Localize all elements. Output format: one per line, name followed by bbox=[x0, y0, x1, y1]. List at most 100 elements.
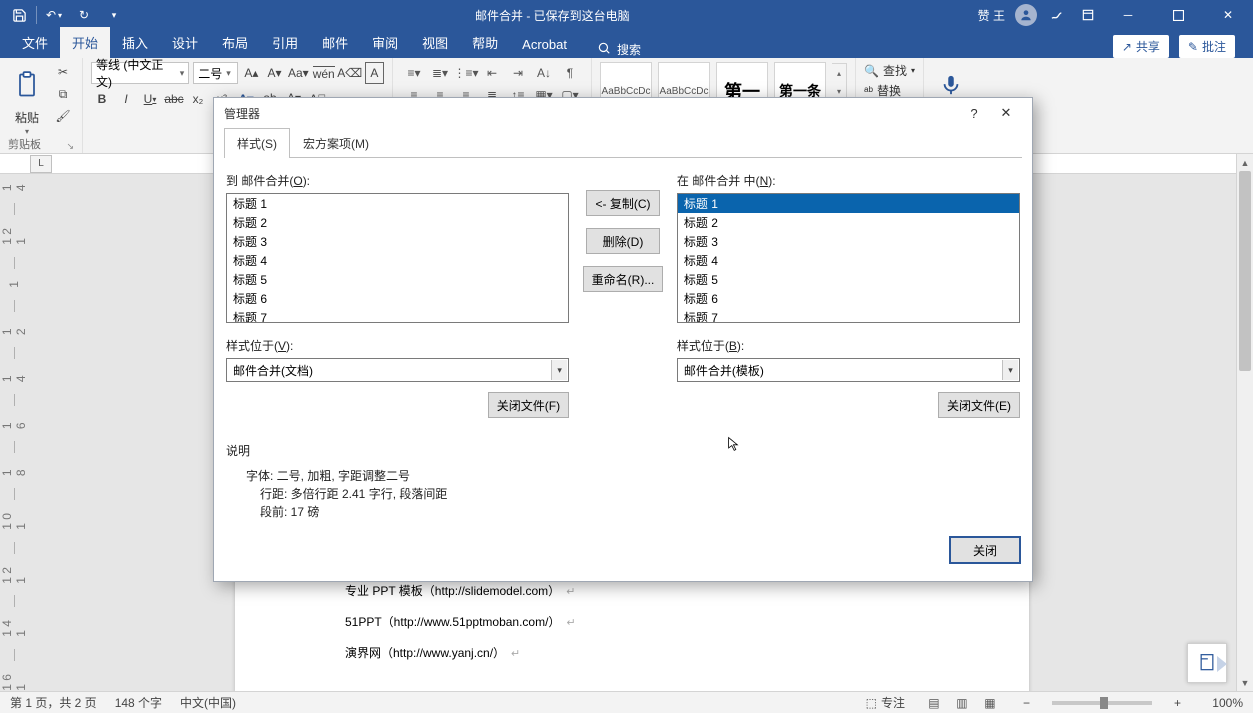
font-name-combo[interactable]: 等线 (中文正文)▾ bbox=[91, 62, 189, 84]
change-case-icon[interactable]: Aa▾ bbox=[288, 62, 309, 84]
sort-icon[interactable]: A↓ bbox=[531, 62, 557, 84]
list-item[interactable]: 标题 5 bbox=[227, 270, 568, 289]
styles-up-icon[interactable]: ▴ bbox=[832, 64, 846, 82]
user-avatar-icon[interactable] bbox=[1015, 4, 1037, 26]
focus-mode-button[interactable]: ⬚专注 bbox=[866, 694, 905, 711]
list-item[interactable]: 标题 2 bbox=[227, 213, 568, 232]
list-item[interactable]: 标题 2 bbox=[678, 213, 1019, 232]
chevron-down-icon[interactable]: ▾ bbox=[25, 127, 29, 136]
loc-left-combo[interactable]: 邮件合并(文档)▾ bbox=[226, 358, 569, 382]
delete-button[interactable]: 删除(D) bbox=[586, 228, 660, 254]
redo-icon[interactable]: ↻ bbox=[71, 2, 97, 28]
phonetic-icon[interactable]: wén bbox=[313, 62, 335, 84]
accessibility-float-icon[interactable] bbox=[1187, 643, 1227, 683]
increase-indent-icon[interactable]: ⇥ bbox=[505, 62, 531, 84]
qat-dropdown-icon[interactable]: ▾ bbox=[101, 2, 127, 28]
format-painter-icon[interactable]: 🖌 bbox=[52, 106, 74, 126]
print-layout-icon[interactable]: ▥ bbox=[951, 694, 973, 712]
rename-button[interactable]: 重命名(R)... bbox=[583, 266, 664, 292]
list-item[interactable]: 标题 7 bbox=[227, 308, 568, 323]
underline-button[interactable]: U ▾ bbox=[139, 88, 161, 110]
bold-button[interactable]: B bbox=[91, 88, 113, 110]
tab-file[interactable]: 文件 bbox=[10, 27, 60, 58]
zoom-level[interactable]: 100% bbox=[1203, 696, 1243, 710]
user-name[interactable]: 赞 王 bbox=[972, 7, 1011, 24]
list-item[interactable]: 标题 3 bbox=[227, 232, 568, 251]
list-item[interactable]: 标题 5 bbox=[678, 270, 1019, 289]
close-file-right-button[interactable]: 关闭文件(E) bbox=[938, 392, 1020, 418]
tab-acrobat[interactable]: Acrobat bbox=[510, 31, 579, 58]
copy-button[interactable]: <- 复制(C) bbox=[586, 190, 660, 216]
tab-help[interactable]: 帮助 bbox=[460, 27, 510, 58]
italic-button[interactable]: I bbox=[115, 88, 137, 110]
tab-mailings[interactable]: 邮件 bbox=[310, 27, 360, 58]
tab-design[interactable]: 设计 bbox=[160, 27, 210, 58]
tab-references[interactable]: 引用 bbox=[260, 27, 310, 58]
grow-font-icon[interactable]: A▴ bbox=[242, 62, 261, 84]
char-border-icon[interactable]: A bbox=[365, 62, 384, 84]
ruler-corner[interactable]: L bbox=[30, 155, 52, 173]
list-item[interactable]: 标题 7 bbox=[678, 308, 1019, 323]
dialog-tab-macros[interactable]: 宏方案项(M) bbox=[290, 128, 382, 157]
subscript-button[interactable]: x₂ bbox=[187, 88, 209, 110]
paste-label[interactable]: 粘贴 bbox=[15, 109, 39, 126]
tab-review[interactable]: 审阅 bbox=[360, 27, 410, 58]
vertical-scrollbar[interactable]: ▲ ▼ bbox=[1236, 154, 1253, 691]
comments-button[interactable]: ✎批注 bbox=[1179, 35, 1235, 58]
loc-right-combo[interactable]: 邮件合并(模板)▾ bbox=[677, 358, 1020, 382]
copy-icon[interactable]: ⧉ bbox=[52, 84, 74, 104]
tab-layout[interactable]: 布局 bbox=[210, 27, 260, 58]
clipboard-launcher-icon[interactable]: ↘ bbox=[66, 141, 74, 152]
dialog-close-main-button[interactable]: 关闭 bbox=[950, 537, 1020, 563]
list-item[interactable]: 标题 6 bbox=[678, 289, 1019, 308]
scroll-down-icon[interactable]: ▼ bbox=[1237, 674, 1253, 691]
status-language[interactable]: 中文(中国) bbox=[180, 694, 236, 711]
in-listbox[interactable]: 标题 1 标题 2 标题 3 标题 4 标题 5 标题 6 标题 7 标题 8 bbox=[677, 193, 1020, 323]
list-item[interactable]: 标题 1 bbox=[227, 194, 568, 213]
close-button[interactable]: ✕ bbox=[1205, 0, 1251, 30]
list-item[interactable]: 标题 1 bbox=[678, 194, 1019, 213]
dialog-close-button[interactable]: ✕ bbox=[990, 101, 1022, 125]
status-page[interactable]: 第 1 页，共 2 页 bbox=[10, 694, 97, 711]
minimize-button[interactable]: ─ bbox=[1105, 0, 1151, 30]
draw-icon[interactable] bbox=[1045, 2, 1071, 28]
tab-home[interactable]: 开始 bbox=[60, 27, 110, 58]
web-layout-icon[interactable]: ▦ bbox=[979, 694, 1001, 712]
search-box[interactable]: 搜索 bbox=[597, 41, 641, 58]
maximize-button[interactable] bbox=[1155, 0, 1201, 30]
find-button[interactable]: 🔍查找▾ bbox=[864, 62, 915, 79]
strike-button[interactable]: abc bbox=[163, 88, 185, 110]
tab-view[interactable]: 视图 bbox=[410, 27, 460, 58]
save-icon[interactable] bbox=[6, 2, 32, 28]
list-item[interactable]: 标题 6 bbox=[227, 289, 568, 308]
dialog-tab-styles[interactable]: 样式(S) bbox=[224, 128, 290, 157]
dialog-help-button[interactable]: ? bbox=[958, 101, 990, 125]
decrease-indent-icon[interactable]: ⇤ bbox=[479, 62, 505, 84]
share-button[interactable]: ↗共享 bbox=[1113, 35, 1169, 58]
zoom-out-icon[interactable]: − bbox=[1019, 696, 1034, 710]
status-wordcount[interactable]: 148 个字 bbox=[115, 694, 162, 711]
to-listbox[interactable]: 标题 1 标题 2 标题 3 标题 4 标题 5 标题 6 标题 7 标题 8 bbox=[226, 193, 569, 323]
scroll-thumb[interactable] bbox=[1239, 171, 1251, 371]
scroll-up-icon[interactable]: ▲ bbox=[1237, 154, 1253, 171]
bullets-icon[interactable]: ≡▾ bbox=[401, 62, 427, 84]
shrink-font-icon[interactable]: A▾ bbox=[265, 62, 284, 84]
paste-icon[interactable] bbox=[8, 62, 46, 108]
zoom-slider[interactable] bbox=[1052, 701, 1152, 705]
close-file-left-button[interactable]: 关闭文件(F) bbox=[488, 392, 569, 418]
cut-icon[interactable]: ✂ bbox=[52, 62, 74, 82]
list-item[interactable]: 标题 4 bbox=[227, 251, 568, 270]
dialog-titlebar[interactable]: 管理器 ? ✕ bbox=[214, 98, 1032, 128]
tab-insert[interactable]: 插入 bbox=[110, 27, 160, 58]
multilevel-icon[interactable]: ⋮≡▾ bbox=[453, 62, 479, 84]
list-item[interactable]: 标题 3 bbox=[678, 232, 1019, 251]
clear-format-icon[interactable]: A⌫ bbox=[339, 62, 361, 84]
numbering-icon[interactable]: ≣▾ bbox=[427, 62, 453, 84]
show-marks-icon[interactable]: ¶ bbox=[557, 62, 583, 84]
vertical-ruler[interactable]: 1 4 1 2 1 1 1 2 1 4 1 6 1 8 1 0 1 1 2 1 … bbox=[0, 174, 28, 691]
zoom-in-icon[interactable]: + bbox=[1170, 696, 1185, 710]
font-size-combo[interactable]: 二号▾ bbox=[193, 62, 238, 84]
ribbon-display-icon[interactable] bbox=[1075, 2, 1101, 28]
read-mode-icon[interactable]: ▤ bbox=[923, 694, 945, 712]
list-item[interactable]: 标题 4 bbox=[678, 251, 1019, 270]
